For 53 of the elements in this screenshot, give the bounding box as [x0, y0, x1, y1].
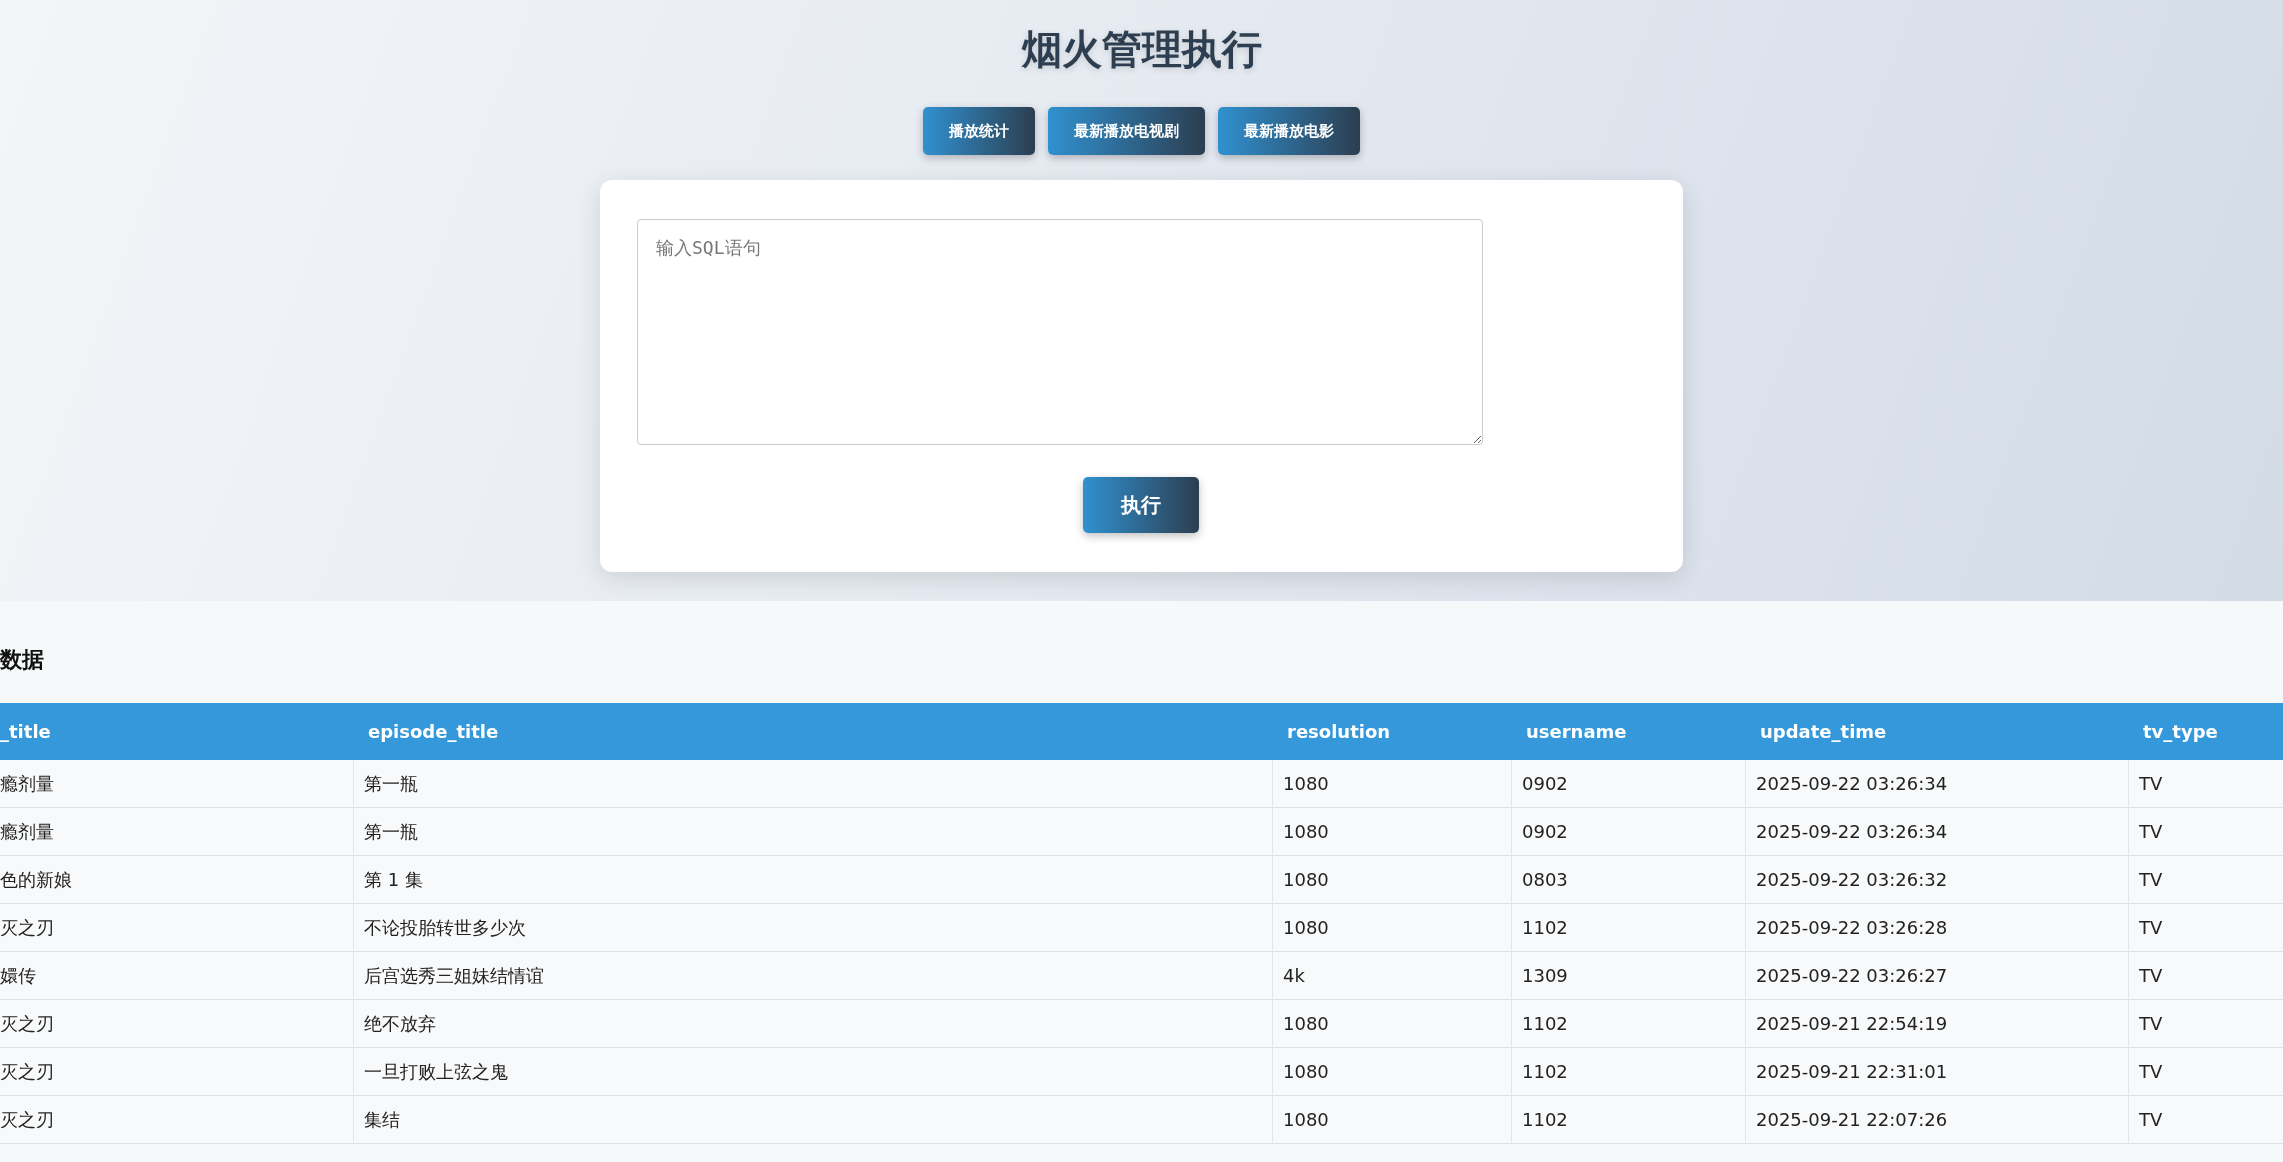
table-cell: 1080 — [1272, 1048, 1511, 1096]
table-cell: 1080 — [1272, 904, 1511, 952]
table-cell: 不论投胎转世多少次 — [353, 904, 1272, 952]
table-cell: TV — [2128, 1096, 2283, 1144]
column-header: resolution — [1272, 703, 1511, 760]
table-cell: 2025-09-22 03:26:34 — [1745, 760, 2128, 808]
table-cell: 一旦打败上弦之鬼 — [353, 1048, 1272, 1096]
column-header: episode_title — [353, 703, 1272, 760]
section-heading: 数据 — [0, 646, 45, 674]
table-cell: 1102 — [1511, 1096, 1745, 1144]
table-cell: TV — [2128, 760, 2283, 808]
table-cell: TV — [2128, 1048, 2283, 1096]
table-cell: 1309 — [1511, 952, 1745, 1000]
page-title: 烟火管理执行 — [1021, 25, 1262, 74]
sql-input-field[interactable]: 输入SQL语句 — [637, 219, 1483, 446]
table-cell: TV — [2128, 1000, 2283, 1048]
table-cell: 1080 — [1272, 1000, 1511, 1048]
column-header: tv_type — [2128, 703, 2283, 760]
table-cell: 1080 — [1272, 856, 1511, 904]
table-cell: 后宫选秀三姐妹结情谊 — [353, 952, 1272, 1000]
column-header: _title — [0, 703, 353, 760]
table-cell: 0803 — [1511, 856, 1745, 904]
column-header: username — [1511, 703, 1745, 760]
table-cell: 2025-09-21 22:54:19 — [1745, 1000, 2128, 1048]
table-cell: 第 1 集 — [353, 856, 1272, 904]
table-cell: 1102 — [1511, 1048, 1745, 1096]
table-cell: 1080 — [1272, 1096, 1511, 1144]
table-cell: 1080 — [1272, 760, 1511, 808]
table-cell: 2025-09-21 22:07:26 — [1745, 1096, 2128, 1144]
nav-button[interactable]: 最新播放电视剧 — [1048, 107, 1205, 155]
table-cell: 2025-09-22 03:26:27 — [1745, 952, 2128, 1000]
table-cell: 1102 — [1511, 1000, 1745, 1048]
table-cell: 0902 — [1511, 808, 1745, 856]
table-cell: 2025-09-22 03:26:34 — [1745, 808, 2128, 856]
table-cell: 2025-09-22 03:26:28 — [1745, 904, 2128, 952]
table-cell: 1102 — [1511, 904, 1745, 952]
table-cell: TV — [2128, 952, 2283, 1000]
table-cell: 1080 — [1272, 808, 1511, 856]
nav-button[interactable]: 播放统计 — [923, 107, 1035, 155]
table-cell: 集结 — [353, 1096, 1272, 1144]
table-cell: TV — [2128, 856, 2283, 904]
column-header: update_time — [1745, 703, 2128, 760]
table-cell: 绝不放弃 — [353, 1000, 1272, 1048]
table-cell: 2025-09-22 03:26:32 — [1745, 856, 2128, 904]
execute-button[interactable]: 执行 — [1083, 477, 1199, 533]
table-cell: TV — [2128, 904, 2283, 952]
table-cell: 第一瓶 — [353, 808, 1272, 856]
table-cell: 0902 — [1511, 760, 1745, 808]
table-cell: 第一瓶 — [353, 760, 1272, 808]
table-cell: 4k — [1272, 952, 1511, 1000]
nav-button[interactable]: 最新播放电影 — [1218, 107, 1360, 155]
table-cell: 2025-09-21 22:31:01 — [1745, 1048, 2128, 1096]
table-cell: TV — [2128, 808, 2283, 856]
